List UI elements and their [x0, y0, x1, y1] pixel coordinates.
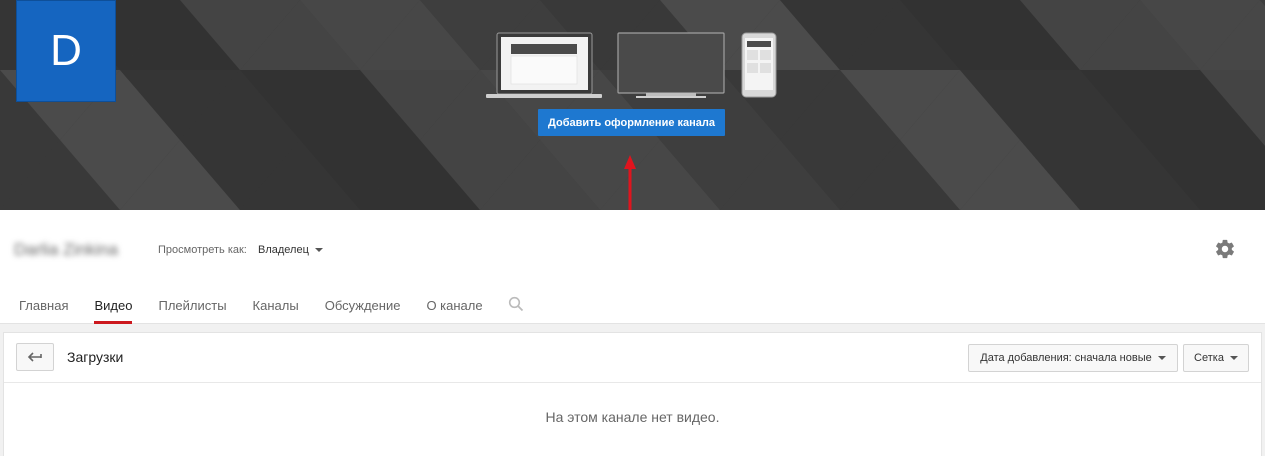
back-button[interactable] [16, 343, 54, 371]
view-mode-dropdown-button[interactable]: Сетка [1183, 344, 1249, 372]
caret-down-icon [1157, 356, 1166, 360]
uploads-title: Загрузки [67, 349, 124, 365]
channel-banner: D Добавить оформление канала [0, 0, 1265, 210]
empty-state-message: На этом канале нет видео. [545, 409, 720, 425]
view-as-value: Владелец [258, 244, 309, 256]
tab-videos[interactable]: Видео [81, 286, 145, 324]
tab-about[interactable]: О канале [413, 286, 495, 324]
tab-home[interactable]: Главная [0, 286, 81, 324]
gear-icon[interactable] [1214, 238, 1236, 260]
sort-dropdown-button[interactable]: Дата добавления: сначала новые [968, 344, 1178, 372]
channel-avatar[interactable]: D [16, 0, 116, 102]
channel-tabs: Главная Видео Плейлисты Каналы Обсуждени… [0, 286, 536, 324]
devices-illustration-icon [486, 32, 777, 98]
add-channel-art-button[interactable]: Добавить оформление канала [538, 109, 725, 136]
sort-label: Дата добавления: сначала новые [980, 352, 1152, 364]
caret-down-icon [314, 248, 323, 253]
divider [4, 382, 1261, 383]
tab-discussion[interactable]: Обсуждение [312, 286, 414, 324]
caret-down-icon [1229, 356, 1238, 360]
tab-playlists[interactable]: Плейлисты [145, 286, 239, 324]
channel-name[interactable]: Darlia Zinkina [14, 240, 118, 260]
youtube-channel-page: D Добавить оформление канала Darlia Zink… [0, 0, 1265, 456]
tab-channels[interactable]: Каналы [240, 286, 312, 324]
channel-header: Darlia Zinkina Просмотреть как: Владелец… [0, 210, 1265, 324]
back-arrow-icon [27, 352, 42, 362]
avatar-letter: D [50, 26, 82, 75]
uploads-section: Загрузки Дата добавления: сначала новые … [3, 332, 1262, 456]
view-as-label: Просмотреть как: [158, 244, 247, 256]
view-mode-label: Сетка [1194, 352, 1224, 364]
search-icon[interactable] [496, 286, 536, 324]
red-arrow-icon [624, 155, 636, 210]
view-as-dropdown[interactable]: Владелец [258, 244, 323, 256]
